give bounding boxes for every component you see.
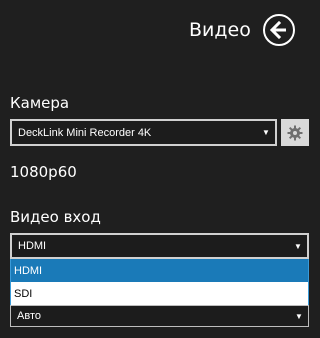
camera-settings-button[interactable] <box>281 119 309 146</box>
video-format-value: 1080p60 <box>10 163 77 181</box>
back-button[interactable] <box>263 14 295 46</box>
arrow-left-icon <box>270 21 286 39</box>
camera-select-value: DeckLink Mini Recorder 4K <box>18 126 152 139</box>
chevron-down-icon: ▼ <box>262 128 270 137</box>
auto-select-value: Авто <box>17 310 41 322</box>
gear-icon <box>287 125 303 140</box>
dropdown-option-sdi[interactable]: SDI <box>11 282 308 305</box>
video-input-select[interactable]: HDMI ▼ <box>10 233 309 259</box>
chevron-down-icon: ▼ <box>294 241 302 251</box>
auto-select[interactable]: Авто ▼ <box>10 305 309 327</box>
video-input-select-value: HDMI <box>18 240 47 252</box>
chevron-down-icon: ▼ <box>295 311 303 321</box>
camera-select[interactable]: DeckLink Mini Recorder 4K ▼ <box>10 119 277 146</box>
video-input-label: Видео вход <box>10 208 101 226</box>
dropdown-option-hdmi[interactable]: HDMI <box>11 259 308 282</box>
page-title: Видео <box>189 19 251 41</box>
video-input-dropdown: HDMI SDI <box>10 259 309 307</box>
camera-label: Камера <box>10 94 70 112</box>
